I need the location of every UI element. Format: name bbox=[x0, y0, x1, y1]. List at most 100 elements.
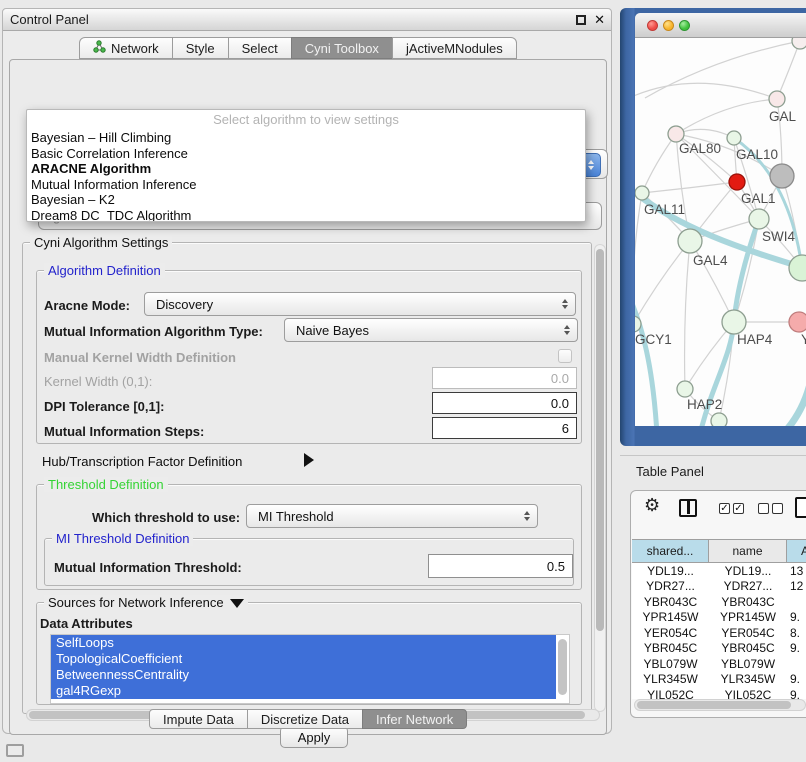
table-cell[interactable]: YDL19... bbox=[709, 563, 787, 579]
which-threshold-combo[interactable]: MI Threshold bbox=[246, 504, 538, 528]
table-cell[interactable]: YIL052C bbox=[709, 687, 787, 699]
table-cell[interactable]: YIL052C bbox=[632, 687, 709, 699]
settings-vertical-scrollbar[interactable] bbox=[594, 244, 606, 712]
table-cell[interactable]: YBR045C bbox=[632, 641, 709, 657]
manual-kernel-width-checkbox[interactable] bbox=[558, 349, 572, 363]
network-edge[interactable] bbox=[676, 99, 777, 134]
table-row[interactable]: YBL079WYBL079W bbox=[632, 656, 806, 672]
table-row[interactable]: YBR045CYBR045C9. bbox=[632, 641, 806, 657]
split-columns-icon[interactable] bbox=[679, 499, 697, 517]
node-swi4[interactable] bbox=[789, 255, 806, 281]
table-row[interactable]: YPR145WYPR145W9. bbox=[632, 610, 806, 626]
table-cell[interactable]: 13 bbox=[787, 563, 806, 579]
apply-button[interactable]: Apply bbox=[280, 726, 348, 748]
table-cell[interactable]: YDR27... bbox=[709, 579, 787, 595]
table-cell[interactable]: 9. bbox=[787, 672, 806, 688]
tab-network[interactable]: Network bbox=[79, 37, 173, 59]
table-cell[interactable]: YER054C bbox=[632, 625, 709, 641]
network-edge[interactable] bbox=[645, 41, 800, 98]
network-edge[interactable] bbox=[635, 241, 690, 324]
network-view-window[interactable]: GALGAL80GAL10GAL1GAL11GAL4SWI4GCY1HAP4YH… bbox=[620, 8, 806, 446]
node-gal1[interactable] bbox=[749, 209, 769, 229]
tab-style[interactable]: Style bbox=[172, 37, 229, 59]
table-cell[interactable]: YBL079W bbox=[632, 656, 709, 672]
dpi-tolerance-field[interactable]: 0.0 bbox=[432, 392, 577, 414]
hub-expand-arrow-icon[interactable] bbox=[304, 453, 314, 467]
node-y[interactable] bbox=[789, 312, 806, 332]
network-edge[interactable] bbox=[685, 241, 690, 389]
zoom-traffic-light-icon[interactable] bbox=[679, 20, 690, 31]
table-cell[interactable]: YBR043C bbox=[632, 594, 709, 610]
popup-item-dream8[interactable]: Dream8 DC_TDC Algorithm bbox=[27, 208, 585, 223]
table-cell[interactable]: YBR045C bbox=[709, 641, 787, 657]
network-edge[interactable] bbox=[642, 182, 737, 193]
table-cell[interactable]: YDL19... bbox=[632, 563, 709, 579]
tab-select[interactable]: Select bbox=[228, 37, 292, 59]
tab-infer-network[interactable]: Infer Network bbox=[362, 709, 467, 729]
column-header-name[interactable]: name bbox=[709, 540, 787, 562]
network-edge[interactable] bbox=[676, 129, 734, 138]
table-cell[interactable]: YBR043C bbox=[709, 594, 787, 610]
table-cell[interactable]: 9. bbox=[787, 610, 806, 626]
table-cell[interactable] bbox=[787, 594, 806, 610]
attributes-list-scrollbar[interactable] bbox=[558, 639, 567, 699]
close-icon[interactable]: ✕ bbox=[594, 12, 605, 28]
table-cell[interactable]: YER054C bbox=[709, 625, 787, 641]
popup-item-aracne[interactable]: ARACNE Algorithm bbox=[27, 161, 585, 177]
column-header-shared-name[interactable]: shared... bbox=[632, 540, 709, 562]
tab-cyni-toolbox[interactable]: Cyni Toolbox bbox=[291, 37, 393, 59]
mi-threshold-field[interactable]: 0.5 bbox=[428, 554, 573, 578]
sources-collapse-arrow-icon[interactable] bbox=[230, 599, 244, 608]
gear-icon[interactable]: ⚙ bbox=[644, 495, 660, 516]
table-row[interactable]: YDR27...YDR27...12 bbox=[632, 579, 806, 595]
tab-discretize-data[interactable]: Discretize Data bbox=[247, 709, 363, 729]
tab-jactivemnodules[interactable]: jActiveMNodules bbox=[392, 37, 517, 59]
node-hap4[interactable] bbox=[722, 310, 746, 334]
checked-checkbox-icon[interactable]: ✓ bbox=[733, 503, 744, 514]
table-row[interactable]: YER054CYER054C8. bbox=[632, 625, 806, 641]
table-cell[interactable]: YLR345W bbox=[709, 672, 787, 688]
table-horizontal-scrollbar[interactable] bbox=[634, 699, 806, 711]
popup-item-bayesian-hill-climbing[interactable]: Bayesian – Hill Climbing bbox=[27, 130, 585, 146]
table-row[interactable]: YBR043CYBR043C bbox=[632, 594, 806, 610]
table-cell[interactable]: YBL079W bbox=[709, 656, 787, 672]
table-cell[interactable]: 9. bbox=[787, 641, 806, 657]
mi-algorithm-type-combo[interactable]: Naive Bayes bbox=[284, 318, 578, 342]
network-window-titlebar[interactable] bbox=[635, 13, 806, 38]
document-icon[interactable] bbox=[795, 497, 806, 518]
node-gal10[interactable] bbox=[727, 131, 741, 145]
table-row[interactable]: YLR345WYLR345W9. bbox=[632, 672, 806, 688]
kernel-width-field[interactable]: 0.0 bbox=[432, 367, 577, 389]
network-edge[interactable] bbox=[642, 134, 676, 193]
table-cell[interactable]: 9. bbox=[787, 687, 806, 699]
table-row[interactable]: YDL19...YDL19...13 bbox=[632, 563, 806, 579]
network-canvas[interactable]: GALGAL80GAL10GAL1GAL11GAL4SWI4GCY1HAP4YH… bbox=[635, 38, 806, 426]
popup-item-basic-correlation[interactable]: Basic Correlation Inference bbox=[27, 146, 585, 162]
attribute-list-item[interactable]: SelfLoops bbox=[51, 635, 556, 651]
table-body[interactable]: YDL19...YDL19...13YDR27...YDR27...12YBR0… bbox=[632, 563, 806, 699]
table-cell[interactable]: YLR345W bbox=[632, 672, 709, 688]
data-attributes-list[interactable]: SelfLoopsTopologicalCoefficientBetweenne… bbox=[50, 634, 570, 704]
popup-item-bayesian-k2[interactable]: Bayesian – K2 bbox=[27, 192, 585, 208]
attribute-list-item[interactable]: gal4RGexp bbox=[51, 683, 556, 699]
table-cell[interactable]: 8. bbox=[787, 625, 806, 641]
node-red[interactable] bbox=[729, 174, 745, 190]
float-window-icon[interactable] bbox=[576, 15, 586, 25]
network-edge-highlighted[interactable] bbox=[635, 292, 657, 426]
close-traffic-light-icon[interactable] bbox=[647, 20, 658, 31]
network-edge[interactable] bbox=[777, 41, 800, 99]
node-gal-right[interactable] bbox=[769, 91, 785, 107]
node-gray[interactable] bbox=[770, 164, 794, 188]
table-cell[interactable] bbox=[787, 656, 806, 672]
checked-checkbox-icon[interactable]: ✓ bbox=[719, 503, 730, 514]
node-hap2[interactable] bbox=[677, 381, 693, 397]
node-bottom[interactable] bbox=[711, 413, 727, 426]
minimize-traffic-light-icon[interactable] bbox=[663, 20, 674, 31]
attribute-list-item[interactable]: TopologicalCoefficient bbox=[51, 651, 556, 667]
table-cell[interactable]: 12 bbox=[787, 579, 806, 595]
node-gal11[interactable] bbox=[635, 186, 649, 200]
table-cell[interactable]: YPR145W bbox=[632, 610, 709, 626]
mi-steps-field[interactable]: 6 bbox=[432, 417, 577, 439]
panel-collapse-icon[interactable] bbox=[6, 744, 24, 757]
column-header-clipped[interactable]: A bbox=[787, 540, 806, 562]
